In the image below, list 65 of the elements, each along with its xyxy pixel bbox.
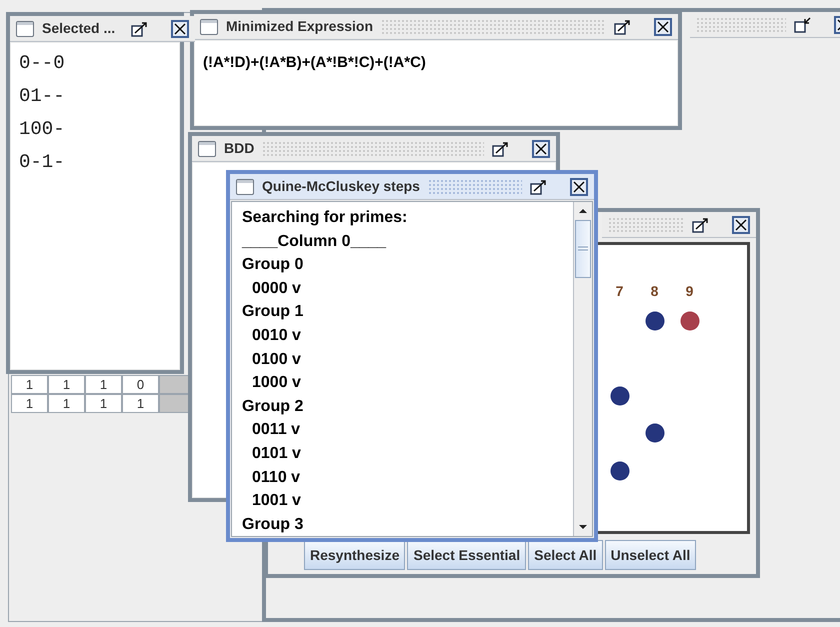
step-text: 1000 v: [251, 373, 302, 394]
implicant-text: 0--0: [19, 51, 66, 76]
step-text: 0110 v: [251, 468, 302, 488]
maximize-icon[interactable]: [492, 140, 510, 156]
step-text: Group 2: [242, 396, 304, 417]
close-icon[interactable]: [570, 178, 588, 196]
title-bar[interactable]: Selected ...: [10, 16, 196, 42]
window-icon: [200, 18, 218, 34]
step-text: ____Column 0____: [242, 232, 388, 252]
table-cell: 1: [122, 394, 159, 413]
coverage-dot[interactable]: [610, 460, 630, 481]
coverage-dot[interactable]: [644, 423, 664, 444]
coverage-dot[interactable]: [610, 386, 630, 406]
scrollbar[interactable]: [573, 202, 592, 536]
step-text: Group 1: [242, 302, 304, 322]
table-cell: 1: [48, 375, 85, 394]
action-button[interactable]: Select Essential: [407, 540, 526, 570]
grip-icon: [578, 246, 588, 252]
step-text: 0000 v: [251, 278, 302, 299]
window-icon: [236, 178, 254, 194]
scroll-thumb[interactable]: [575, 220, 591, 278]
expression-text: (!A*!D)+(!A*B)+(A*!B*!C)+(!A*C): [203, 54, 426, 71]
window-title: Quine-McCluskey steps: [262, 177, 420, 196]
action-button[interactable]: Select All: [528, 540, 603, 570]
table-cell: 1: [85, 394, 122, 413]
table-cell: [159, 375, 189, 394]
close-icon[interactable]: [532, 140, 550, 158]
title-bar[interactable]: Quine-McCluskey steps: [230, 174, 594, 200]
coverage-dot[interactable]: [644, 310, 664, 331]
close-icon[interactable]: [732, 216, 750, 234]
implicant-text: 100-: [19, 117, 66, 142]
step-text: Group 3: [242, 514, 304, 535]
minterm-label: 7: [614, 282, 624, 301]
window-icon: [16, 20, 34, 36]
minterm-label: 9: [684, 282, 694, 301]
action-button[interactable]: Unselect All: [604, 540, 696, 570]
table-cell: 1: [48, 394, 85, 413]
table-cell: [159, 394, 189, 413]
implicant-text: 01--: [19, 84, 66, 109]
maximize-icon[interactable]: [131, 20, 150, 36]
action-button[interactable]: Resynthesize: [304, 540, 406, 570]
step-text: 0100 v: [251, 350, 302, 370]
step-text: Searching for primes:: [242, 208, 408, 228]
window-title: Minimized Expression: [226, 17, 374, 36]
step-text: Group 0: [242, 255, 304, 276]
close-icon[interactable]: [171, 20, 190, 38]
table-cell: 0: [122, 375, 159, 394]
window-title: BDD: [224, 139, 254, 158]
step-text: 0101 v: [251, 444, 302, 464]
minterm-label: 8: [650, 282, 660, 301]
maximize-icon[interactable]: [614, 18, 632, 34]
step-text: 1001 v: [251, 491, 302, 512]
window-title: Selected ...: [42, 19, 116, 38]
maximize-icon[interactable]: [692, 216, 710, 232]
step-text: 0010 v: [251, 326, 302, 346]
step-text: 0011 v: [251, 420, 302, 440]
implicant-text: 0-1-: [19, 150, 66, 175]
close-icon[interactable]: [654, 18, 672, 36]
table-cell: 1: [85, 375, 122, 394]
window-icon: [198, 140, 216, 156]
coverage-dot[interactable]: [680, 310, 700, 331]
maximize-icon[interactable]: [530, 178, 548, 194]
restore-icon[interactable]: [794, 16, 812, 32]
table-cell: 1: [11, 394, 48, 413]
table-cell: 1: [11, 375, 48, 394]
